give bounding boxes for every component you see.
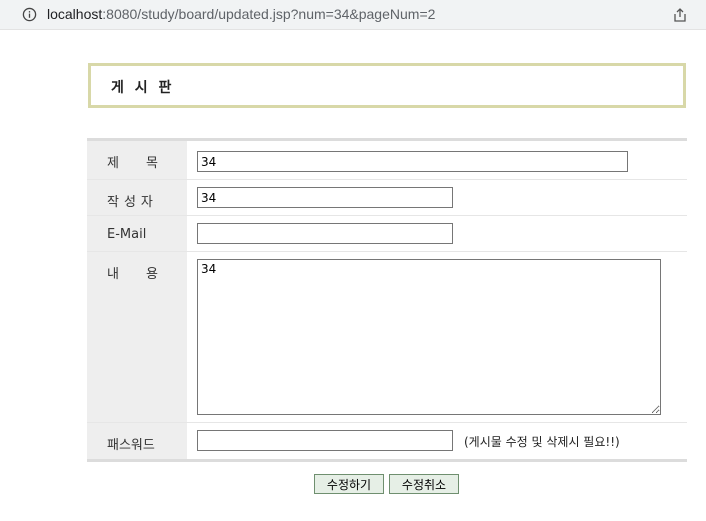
email-input[interactable] — [197, 223, 453, 244]
subject-row: 제목 — [87, 141, 687, 180]
board-title-box: 게 시 판 — [88, 63, 686, 108]
url-text[interactable]: localhost:8080/study/board/updated.jsp?n… — [47, 6, 435, 22]
writer-input[interactable] — [197, 187, 453, 208]
content-value-cell: 34 — [187, 252, 687, 422]
url-path: :8080/study/board/updated.jsp?num=34&pag… — [102, 6, 436, 22]
email-row: E-Mail — [87, 216, 687, 252]
share-icon[interactable] — [672, 7, 688, 23]
email-label: E-Mail — [107, 227, 147, 242]
password-value-cell: (게시물 수정 및 삭제시 필요!!) — [187, 423, 687, 459]
info-icon[interactable] — [22, 7, 37, 22]
subject-input[interactable] — [197, 151, 628, 172]
content-row: 내용 34 — [87, 252, 687, 423]
password-label-cell: 패스워드 — [87, 423, 187, 459]
email-value-cell — [187, 216, 687, 251]
update-button[interactable]: 수정하기 — [314, 474, 384, 494]
subject-label-cell: 제목 — [87, 141, 187, 179]
browser-address-bar[interactable]: localhost:8080/study/board/updated.jsp?n… — [0, 0, 706, 30]
content-textarea[interactable]: 34 — [197, 259, 661, 415]
writer-label-cell: 작성자 — [87, 180, 187, 215]
writer-label: 작성자 — [107, 195, 158, 210]
writer-row: 작성자 — [87, 180, 687, 216]
page-title: 게 시 판 — [111, 80, 175, 96]
edit-form-table: 제목 작성자 E-Mail 내용 34 패스워드 — [87, 138, 687, 462]
password-input[interactable] — [197, 430, 453, 451]
password-label: 패스워드 — [107, 438, 155, 453]
subject-label: 제목 — [107, 156, 185, 171]
password-note: (게시물 수정 및 삭제시 필요!!) — [464, 435, 620, 449]
subject-value-cell — [187, 141, 687, 179]
writer-value-cell — [187, 180, 687, 215]
password-row: 패스워드 (게시물 수정 및 삭제시 필요!!) — [87, 423, 687, 459]
content-label-cell: 내용 — [87, 252, 187, 422]
cancel-update-button[interactable]: 수정취소 — [389, 474, 459, 494]
url-host: localhost — [47, 6, 103, 22]
content-label: 내용 — [107, 267, 185, 282]
email-label-cell: E-Mail — [87, 216, 187, 251]
